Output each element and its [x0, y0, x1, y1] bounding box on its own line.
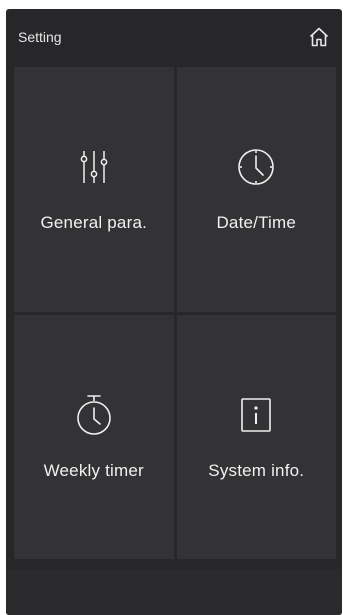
tile-label: System info. [208, 460, 305, 480]
settings-grid: General para. Date/Time Weekly timer Sys… [14, 67, 336, 559]
tile-date-time[interactable]: Date/Time [176, 67, 336, 312]
tile-general-para[interactable]: General para. [14, 67, 174, 312]
footer-bar [6, 569, 342, 615]
info-icon [234, 393, 278, 437]
stopwatch-icon [72, 393, 116, 437]
tile-weekly-timer[interactable]: Weekly timer [14, 314, 174, 559]
clock-icon [234, 145, 278, 189]
home-button[interactable] [306, 24, 332, 50]
header-bar: Setting [6, 9, 342, 64]
home-icon [309, 27, 329, 46]
tile-system-info[interactable]: System info. [176, 314, 336, 559]
page-title: Setting [18, 28, 62, 45]
tile-label: Weekly timer [43, 460, 144, 480]
tile-label: General para. [40, 213, 148, 233]
setting-screen: Setting General para. Date/Time Weekly t… [6, 9, 342, 615]
sliders-icon [72, 145, 116, 189]
tile-label: Date/Time [216, 213, 297, 233]
